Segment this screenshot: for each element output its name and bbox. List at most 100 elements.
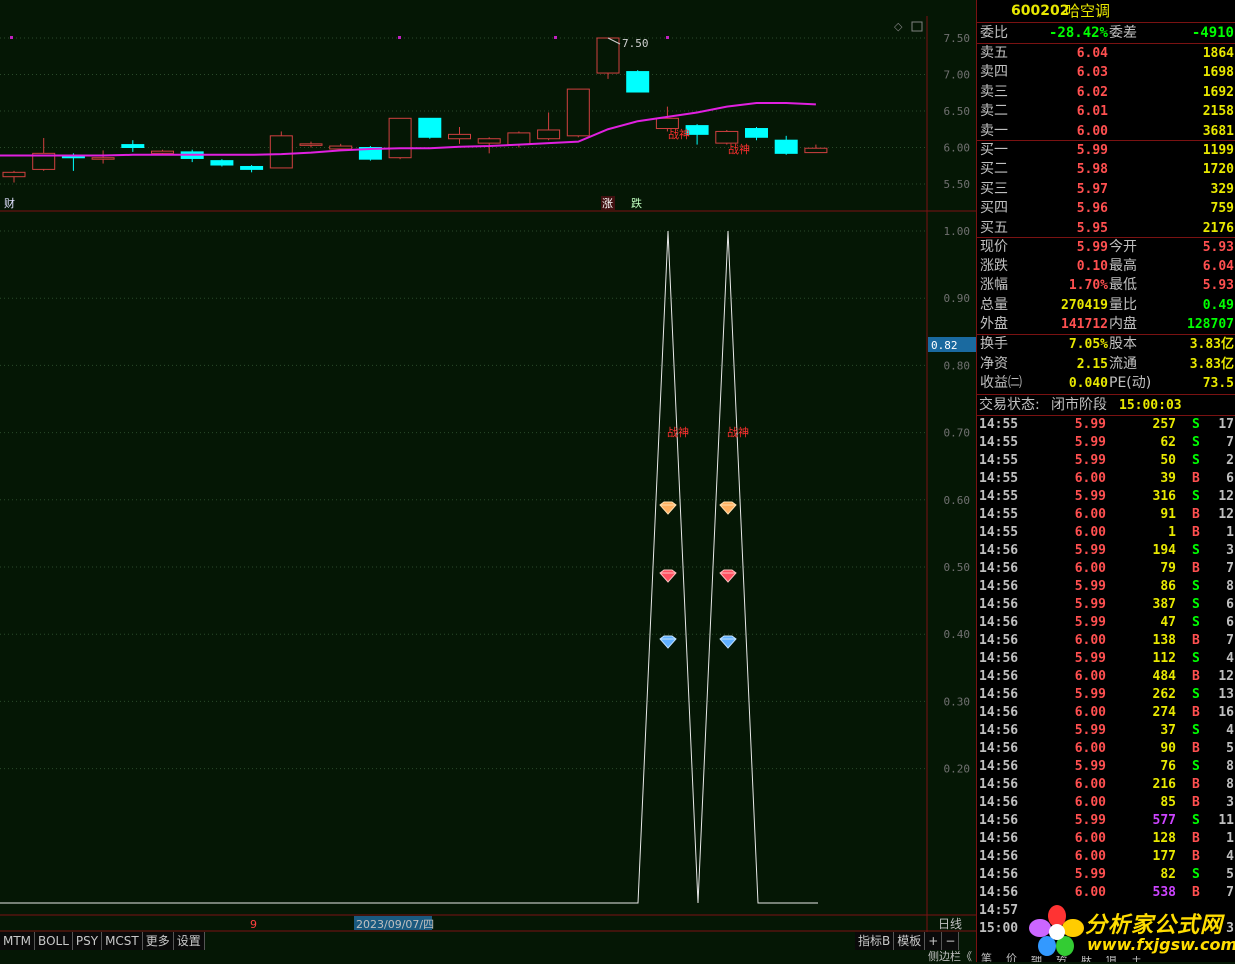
- tick-price: 6.00: [1074, 471, 1106, 486]
- panel-tab-1[interactable]: 价: [1006, 950, 1017, 962]
- tick-count: 8: [1226, 759, 1234, 774]
- candle-body: [537, 129, 561, 140]
- date-cursor-label: 2023/09/07/四: [356, 918, 434, 931]
- stat-label-2: 最低: [1109, 277, 1137, 294]
- buy-price: 5.96: [1076, 201, 1108, 217]
- indicator-tab-0[interactable]: MTM: [0, 932, 36, 950]
- sell-volume: 1864: [1202, 46, 1234, 61]
- indicator-tab-1[interactable]: BOLL: [35, 932, 73, 950]
- candle-body: [804, 147, 828, 154]
- tick-direction: B: [1192, 561, 1200, 576]
- weicha-value: -4910: [1191, 25, 1234, 41]
- indicator-right-tab-0[interactable]: 指标B: [855, 932, 895, 950]
- stat-value: 1.70%: [1068, 278, 1108, 294]
- tick-price: 6.00: [1074, 831, 1106, 846]
- indicator-tab-4[interactable]: 更多: [142, 932, 174, 950]
- tick-direction: S: [1192, 489, 1200, 504]
- period-label: 日线: [938, 917, 962, 931]
- stat2-label-2: 流通: [1109, 355, 1137, 372]
- stat-label: 涨幅: [980, 277, 1008, 294]
- tick-time: 14:56: [979, 777, 1019, 792]
- tick-row: 14:55 6.00 91 B 12: [977, 506, 1235, 524]
- indicator-tabs: MTM BOLL PSY MCST 更多 设置: [0, 932, 205, 950]
- tick-row: 14:56 5.99 76 S 8: [977, 758, 1235, 776]
- tick-time: 14:56: [979, 741, 1019, 756]
- candle-body: [448, 133, 471, 140]
- candle-body: [774, 139, 798, 154]
- tick-volume: 194: [1152, 543, 1176, 558]
- tick-direction: B: [1192, 669, 1200, 684]
- stat-value-2: 5.93: [1202, 278, 1234, 294]
- tick-direction: B: [1192, 741, 1200, 756]
- tick-direction: S: [1192, 615, 1200, 630]
- stat2-row: 净资 2.15 流通 3.83亿: [977, 355, 1235, 374]
- tick-direction: S: [1192, 579, 1200, 594]
- tick-volume: 484: [1152, 669, 1176, 684]
- tick-volume: 262: [1152, 687, 1176, 702]
- panel-tab-0[interactable]: 笔: [981, 950, 992, 962]
- sell-label: 卖二: [980, 103, 1008, 120]
- indicator-tab-3[interactable]: MCST: [102, 932, 143, 950]
- flower-icon: [1029, 905, 1084, 956]
- candle: [269, 131, 293, 169]
- kline-chart[interactable]: 7.50 7.00 6.50 6.00 5.50 1.00 0.90 0.80 0.70 0.60…: [0, 0, 976, 962]
- tick-price: 5.99: [1074, 813, 1106, 828]
- tick-volume: 37: [1160, 723, 1176, 738]
- tick-time: 14:55: [979, 417, 1019, 432]
- tick-row: 14:55 5.99 62 S 7: [977, 434, 1235, 452]
- osc-axis-label: 0.40: [944, 628, 971, 641]
- tick-time: 14:56: [979, 597, 1019, 612]
- osc-axis-label: 0.30: [944, 695, 971, 708]
- tick-time: 14:56: [979, 759, 1019, 774]
- stat-value-2: 6.04: [1202, 259, 1234, 275]
- tick-volume: 62: [1160, 435, 1176, 450]
- tick-price: 6.00: [1074, 507, 1106, 522]
- tick-row: 14:56 5.99 194 S 3: [977, 542, 1235, 560]
- candle-body: [745, 128, 768, 138]
- tick-row: 14:56 6.00 484 B 12: [977, 668, 1235, 686]
- stat2-label-2: PE(动): [1109, 375, 1152, 391]
- buy-price: 5.98: [1076, 162, 1108, 178]
- tick-price: 5.99: [1074, 723, 1106, 738]
- stat-row: 现价 5.99 今开 5.93: [977, 238, 1235, 257]
- tick-volume: 577: [1152, 813, 1176, 828]
- tick-count: 11: [1218, 813, 1234, 828]
- tick-time: 14:56: [979, 831, 1019, 846]
- indicator-tab-5[interactable]: 设置: [173, 932, 205, 950]
- stat-label: 现价: [980, 239, 1008, 255]
- sell-label: 卖四: [980, 64, 1008, 81]
- tick-price: 5.99: [1074, 435, 1106, 450]
- signal-dot: [398, 36, 401, 39]
- indicator-tab-2[interactable]: PSY: [72, 932, 103, 950]
- tick-price: 6.00: [1074, 885, 1106, 900]
- tick-direction: S: [1192, 651, 1200, 666]
- tick-count: 4: [1226, 723, 1234, 738]
- tick-direction: S: [1192, 687, 1200, 702]
- buy-label: 买五: [980, 219, 1008, 236]
- candle-body: [121, 144, 145, 149]
- stat2-label: 换手: [980, 336, 1008, 352]
- tick-price: 5.99: [1074, 759, 1106, 774]
- die-marker: 跌: [631, 196, 642, 210]
- signal-dot: [554, 36, 557, 39]
- stat2-row: 收益㈡ 0.040 PE(动) 73.5: [977, 374, 1235, 393]
- buy-price: 5.99: [1076, 143, 1108, 158]
- indicator-right-tab-1[interactable]: 模板: [894, 932, 926, 950]
- osc-axis-label: 0.80: [944, 359, 971, 372]
- tick-count: 8: [1226, 777, 1234, 792]
- buy-volume: 2176: [1202, 220, 1234, 236]
- tick-row: 14:56 5.99 262 S 13: [977, 686, 1235, 704]
- price-marker-1: 战神: [668, 127, 690, 141]
- tick-row: 14:56 5.99 112 S 4: [977, 650, 1235, 668]
- candle-body: [507, 132, 531, 146]
- buy-label: 买一: [980, 142, 1008, 158]
- candle-body: [388, 117, 412, 159]
- tick-row: 14:56 5.99 387 S 6: [977, 596, 1235, 614]
- tick-count: 7: [1226, 633, 1234, 648]
- watermark-logo: 分析家公式网 www.fxjgsw.com: [1025, 904, 1235, 956]
- tick-count: 7: [1226, 885, 1234, 900]
- stat-label: 外盘: [980, 315, 1008, 332]
- buy-row: 买四 5.96 759: [977, 199, 1235, 218]
- tick-volume: 112: [1152, 651, 1176, 666]
- tick-count: 17: [1218, 417, 1234, 432]
